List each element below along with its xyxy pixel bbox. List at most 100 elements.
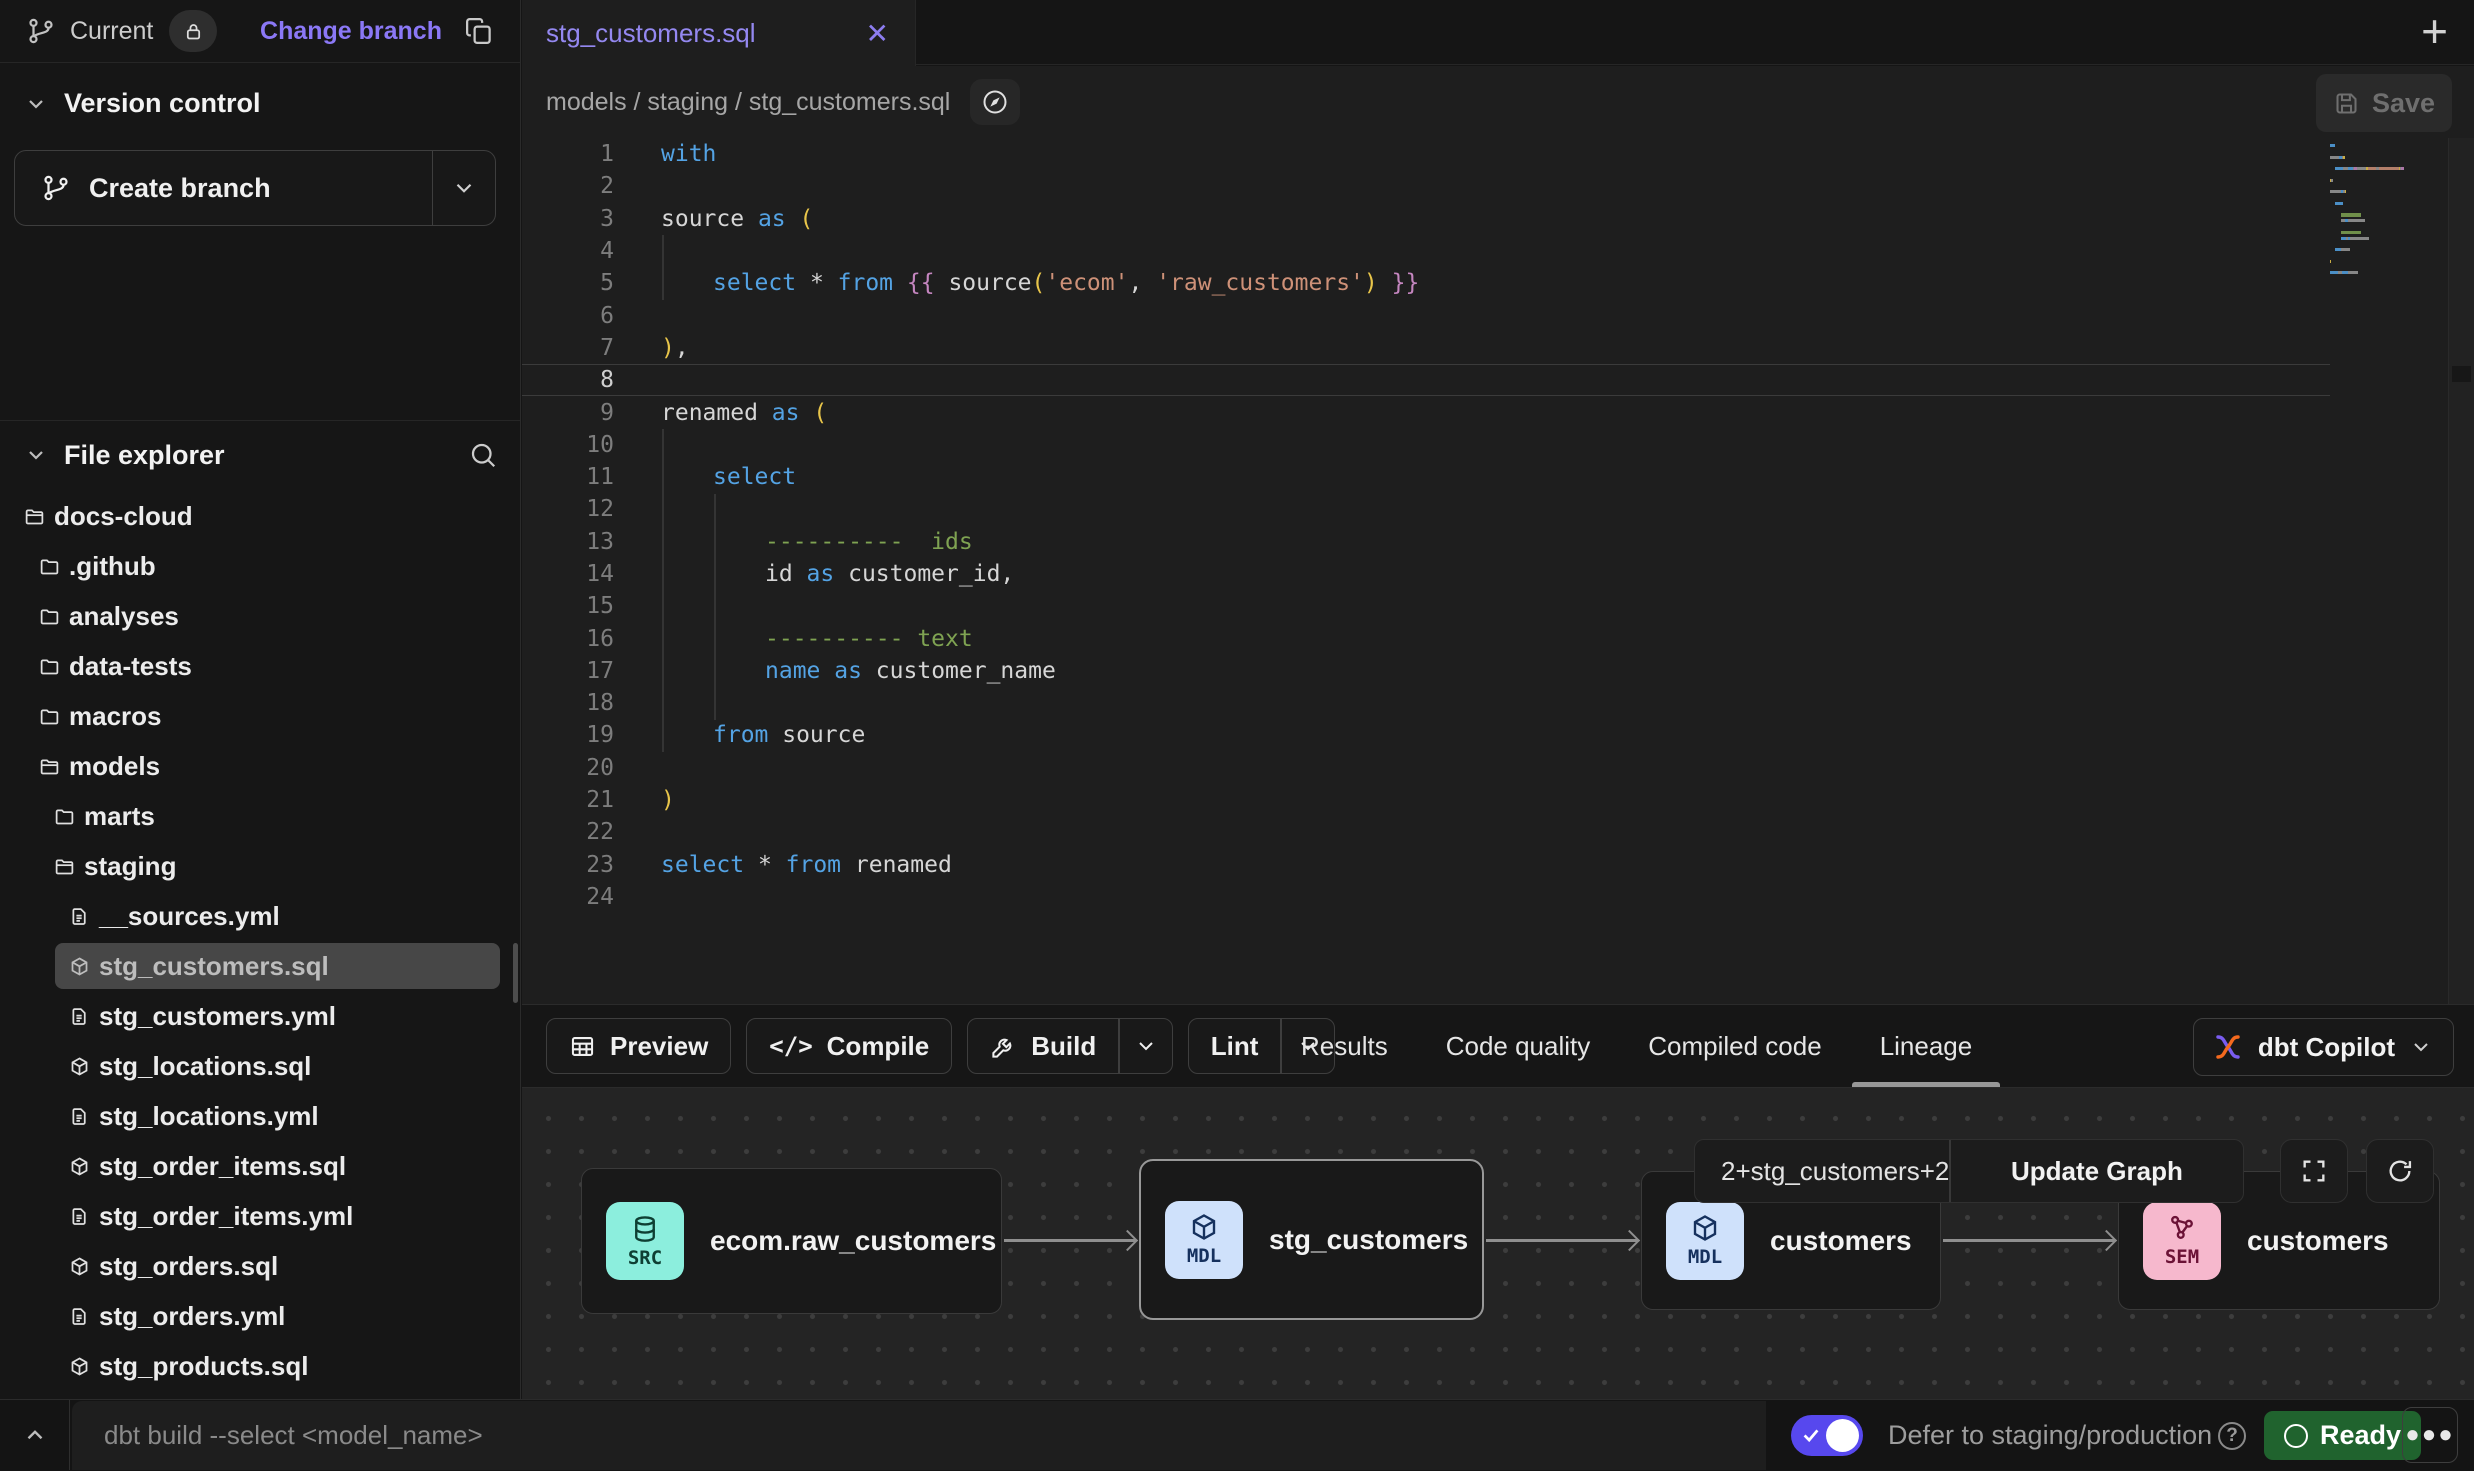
version-control-header[interactable]: Version control [24,88,261,119]
defer-toggle[interactable] [1791,1415,1863,1456]
tree-item-stg-locations-yml[interactable]: stg_locations.yml [0,1091,520,1141]
tree-item-analyses[interactable]: analyses [0,591,520,641]
tree-item-label: docs-cloud [54,501,193,532]
tree-item-stg-customers-yml[interactable]: stg_customers.yml [0,991,520,1041]
compile-label: Compile [827,1031,930,1062]
line-number: 9 [522,400,614,426]
code-line-14[interactable]: 14id as customer_id, [522,558,2474,590]
code-editor[interactable]: 1with23source as (45select * from {{ sou… [522,138,2474,1004]
code-line-13[interactable]: 13---------- ids [522,526,2474,558]
code-line-16[interactable]: 16---------- text [522,622,2474,654]
search-icon[interactable] [468,440,498,470]
tree-item-stg-order-items-sql[interactable]: stg_order_items.sql [0,1141,520,1191]
build-dropdown[interactable] [1120,1019,1172,1073]
code-line-18[interactable]: 18 [522,687,2474,719]
code-line-4[interactable]: 4 [522,235,2474,267]
tree-item--github[interactable]: .github [0,541,520,591]
code-line-22[interactable]: 22 [522,816,2474,848]
code-line-12[interactable]: 12 [522,493,2474,525]
lineage-node-source[interactable]: SRC ecom.raw_customers [581,1168,1002,1314]
build-button[interactable]: Build [967,1018,1173,1074]
file-model-icon [69,1156,90,1177]
tree-item-stg-locations-sql[interactable]: stg_locations.sql [0,1041,520,1091]
folder-icon [39,706,60,727]
help-icon[interactable]: ? [2218,1422,2246,1450]
result-panel-tabs: Results Code quality Compiled code Linea… [1297,1005,1976,1087]
more-options-button[interactable]: ●●● [2402,1407,2458,1463]
refresh-button[interactable] [2366,1139,2434,1203]
breadcrumb-bar: models / staging / stg_customers.sql [522,66,2474,138]
editor-scrollbar[interactable] [2448,138,2474,1004]
command-input[interactable]: dbt build --select <model_name> [72,1401,1766,1470]
breadcrumb: models / staging / stg_customers.sql [546,88,950,117]
tab-lineage[interactable]: Lineage [1876,1005,1977,1087]
tab-stg-customers[interactable]: stg_customers.sql ✕ [522,0,916,66]
code-text: ) [661,787,675,813]
git-branch-icon [41,173,71,203]
compile-button[interactable]: </> Compile [746,1018,952,1074]
code-line-6[interactable]: 6 [522,299,2474,331]
ready-status-button[interactable]: Ready [2264,1411,2421,1460]
tree-item-models[interactable]: models [0,741,520,791]
code-line-19[interactable]: 19from source [522,719,2474,751]
create-branch-button[interactable]: Create branch [14,150,496,226]
code-line-1[interactable]: 1with [522,138,2474,170]
code-line-11[interactable]: 11select [522,461,2474,493]
fullscreen-button[interactable] [2280,1139,2348,1203]
git-branch-icon [26,16,56,46]
code-line-5[interactable]: 5select * from {{ source('ecom', 'raw_cu… [522,267,2474,299]
line-number: 19 [522,722,614,748]
lineage-edge [1486,1239,1638,1242]
code-line-3[interactable]: 3source as ( [522,203,2474,235]
close-icon[interactable]: ✕ [866,17,889,50]
tree-item-stg-orders-sql[interactable]: stg_orders.sql [0,1241,520,1291]
file-actions-button[interactable] [970,79,1020,125]
wrench-icon [990,1033,1017,1060]
expand-command-bar-button[interactable] [0,1400,70,1470]
preview-button[interactable]: Preview [546,1018,731,1074]
sidebar-scrollbar[interactable] [513,943,518,1003]
tree-item-stg-order-items-yml[interactable]: stg_order_items.yml [0,1191,520,1241]
code-line-20[interactable]: 20 [522,752,2474,784]
copy-icon[interactable] [464,16,494,46]
change-branch-link[interactable]: Change branch [260,17,442,46]
code-line-9[interactable]: 9renamed as ( [522,396,2474,428]
preview-label: Preview [610,1031,708,1062]
tree-item-stg-orders-yml[interactable]: stg_orders.yml [0,1291,520,1341]
minimap[interactable] [2330,144,2406,283]
file-explorer-title: File explorer [64,440,225,471]
tree-item-stg-products-sql[interactable]: stg_products.sql [0,1341,520,1391]
code-line-24[interactable]: 24 [522,881,2474,913]
tree-item-macros[interactable]: macros [0,691,520,741]
code-line-15[interactable]: 15 [522,590,2474,622]
dbt-copilot-button[interactable]: dbt Copilot [2193,1018,2454,1076]
lineage-node-stg-customers[interactable]: MDL stg_customers [1139,1159,1484,1320]
tab-code-quality[interactable]: Code quality [1442,1005,1595,1087]
create-branch-dropdown[interactable] [433,151,495,225]
code-line-2[interactable]: 2 [522,170,2474,202]
tree-item-stg-customers-sql[interactable]: stg_customers.sql [0,941,520,991]
tree-item-data-tests[interactable]: data-tests [0,641,520,691]
file-explorer-header[interactable]: File explorer [24,428,498,482]
cube-icon [1690,1213,1720,1243]
tab-compiled-code[interactable]: Compiled code [1644,1005,1825,1087]
code-line-7[interactable]: 7), [522,332,2474,364]
node-label: customers [2247,1225,2389,1257]
line-number: 5 [522,270,614,296]
update-graph-button[interactable]: Update Graph [1951,1140,2243,1202]
save-button[interactable]: Save [2316,74,2452,132]
current-line-highlight [522,364,2330,396]
tree-item-marts[interactable]: marts [0,791,520,841]
tree-item-staging[interactable]: staging [0,841,520,891]
code-line-21[interactable]: 21) [522,784,2474,816]
tab-results[interactable]: Results [1297,1005,1392,1087]
code-line-10[interactable]: 10 [522,429,2474,461]
tree-item-docs-cloud[interactable]: docs-cloud [0,491,520,541]
tree-item--sources-yml[interactable]: __sources.yml [0,891,520,941]
code-line-23[interactable]: 23select * from renamed [522,849,2474,881]
line-number: 6 [522,303,614,329]
new-tab-button[interactable]: + [2421,8,2448,54]
lineage-selector-input[interactable]: 2+stg_customers+2 [1695,1140,1949,1202]
tree-item-label: stg_orders.yml [99,1301,285,1332]
code-line-17[interactable]: 17name as customer_name [522,655,2474,687]
